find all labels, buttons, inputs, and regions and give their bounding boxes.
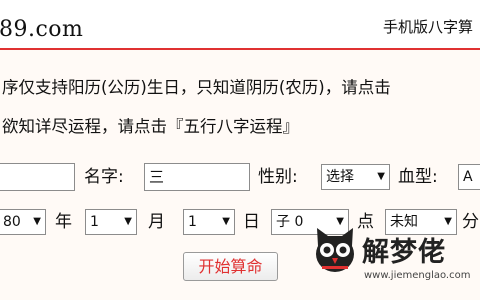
day-label: 日 [243, 212, 260, 232]
gender-select[interactable]: 选择 ▼ [321, 164, 390, 190]
birth-month-value: 1 [90, 214, 99, 230]
mobile-version-link[interactable]: 手机版八字算 [383, 16, 473, 37]
owl-logo-icon [316, 228, 354, 272]
surname-input[interactable] [0, 163, 75, 191]
name-input[interactable]: 三 [144, 163, 250, 191]
dropdown-arrow-icon: ▼ [222, 216, 230, 227]
blood-type-label: 血型: [398, 167, 438, 187]
watermark-url: www.jiemenglao.com [364, 270, 471, 281]
name-label: 名字: [84, 167, 124, 187]
notice-line-2: 欲知详尽运程，请点击『五行八字运程』 [2, 117, 299, 136]
gender-label: 性别: [258, 167, 298, 187]
gender-select-value: 选择 [326, 169, 354, 185]
birth-day-select[interactable]: 1 ▼ [183, 209, 235, 235]
blood-type-select-value: A [463, 169, 473, 185]
month-label: 月 [148, 212, 165, 232]
site-domain[interactable]: 89.com [0, 17, 83, 42]
dropdown-arrow-icon: ▼ [124, 216, 132, 227]
site-watermark: 解梦佬 www.jiemenglao.com [312, 216, 480, 300]
birth-day-value: 1 [188, 214, 197, 230]
watermark-brand: 解梦佬 [362, 237, 446, 268]
birth-hour-value: 子 0 [276, 214, 304, 230]
dropdown-arrow-icon: ▼ [33, 216, 41, 227]
start-fortune-button[interactable]: 开始算命 [183, 252, 278, 281]
notice-line-1: 序仅支持阳历(公历)生日，只知道阴历(农历)，请点击 [2, 78, 391, 97]
year-label: 年 [55, 212, 72, 232]
blood-type-select[interactable]: A [458, 164, 480, 190]
birth-month-select[interactable]: 1 ▼ [85, 209, 137, 235]
dropdown-arrow-icon: ▼ [377, 171, 385, 182]
site-header: 89.com 手机版八字算 [0, 0, 480, 50]
birth-year-select[interactable]: 80 ▼ [0, 209, 46, 235]
birth-year-value: 80 [3, 214, 21, 230]
